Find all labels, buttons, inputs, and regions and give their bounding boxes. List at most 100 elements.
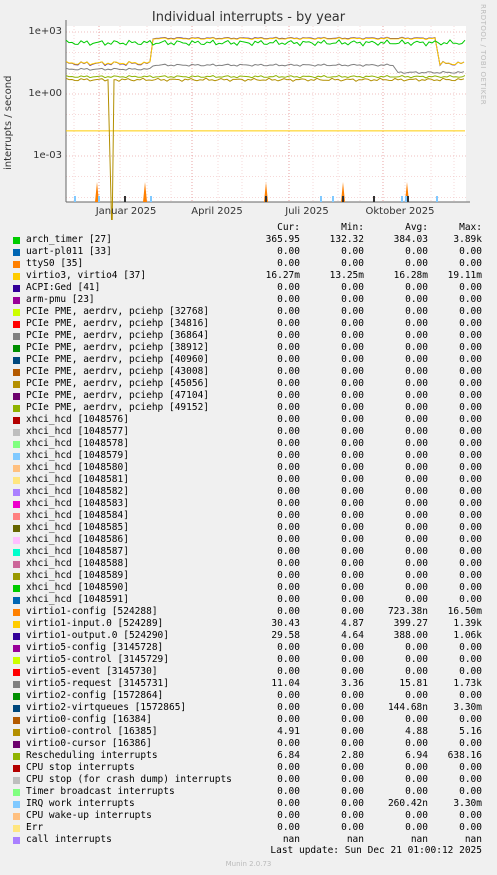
legend-value-cur: 0.00 [277,450,300,461]
legend-value-cur: 0.00 [277,390,300,401]
legend-row: PCIe PME, aerdrv, pciehp [49152] 0.00 0.00… [10,402,490,414]
legend-swatch [13,285,20,292]
legend-value-avg: 388.00 [393,630,428,641]
legend-swatch [13,309,20,316]
legend-value-avg: 0.00 [405,414,428,425]
legend-row: virtio5-event [3145730] 0.00 0.00 0.00 0.00 [10,666,490,678]
legend-value-min: 0.00 [341,450,364,461]
legend-value-max: 638.16 [447,750,482,761]
legend-value-min: 0.00 [341,738,364,749]
legend-value-min: 0.00 [341,282,364,293]
legend-series-name: Timer broadcast interrupts [26,786,175,797]
legend-row: xhci_hcd [1048577] 0.00 0.00 0.00 0.00 [10,426,490,438]
legend-value-cur: 16.27m [265,270,300,281]
legend-value-avg: 0.00 [405,510,428,521]
legend-series-name: xhci_hcd [1048581] [26,474,129,485]
legend-series-name: arch_timer [27] [26,234,112,245]
legend-row: xhci_hcd [1048591] 0.00 0.00 0.00 0.00 [10,594,490,606]
legend-value-max: 0.00 [459,246,482,257]
legend-value-avg: 0.00 [405,486,428,497]
legend-row: IRQ work interrupts 0.00 0.00 260.42n 3.30m [10,798,490,810]
legend-row: virtio0-control [16385] 4.91 0.00 4.88 5.16 [10,726,490,738]
legend-row: virtio1-config [524288] 0.00 0.00 723.38n 16… [10,606,490,618]
legend-value-min: 4.87 [341,618,364,629]
legend-row: virtio5-control [3145729] 0.00 0.00 0.00 0.0… [10,654,490,666]
y-tick-label: 1e+00 [28,88,62,99]
legend-value-max: 0.00 [459,378,482,389]
x-tick-label: Juli 2025 [285,206,329,217]
legend-value-avg: 0.00 [405,258,428,269]
legend-value-cur: 11.04 [271,678,300,689]
legend-value-max: 0.00 [459,498,482,509]
legend-value-avg: 0.00 [405,402,428,413]
legend-value-min: 2.80 [341,750,364,761]
x-tick-label: Januar 2025 [95,206,157,217]
legend-swatch [13,381,20,388]
legend-value-avg: 0.00 [405,822,428,833]
legend-row: ttyS0 [35] 0.00 0.00 0.00 0.00 [10,258,490,270]
legend-value-max: 0.00 [459,786,482,797]
legend-value-avg: 0.00 [405,522,428,533]
legend-row: xhci_hcd [1048588] 0.00 0.00 0.00 0.00 [10,558,490,570]
legend-value-max: 0.00 [459,414,482,425]
legend-row: xhci_hcd [1048580] 0.00 0.00 0.00 0.00 [10,462,490,474]
legend-swatch [13,333,20,340]
legend-series-name: xhci_hcd [1048582] [26,486,129,497]
legend-series-name: xhci_hcd [1048580] [26,462,129,473]
legend-value-cur: 0.00 [277,258,300,269]
legend-row: PCIe PME, aerdrv, pciehp [32768] 0.00 0.00… [10,306,490,318]
legend-header-cur: Cur: [277,222,300,233]
legend-value-avg: 0.00 [405,546,428,557]
legend-value-max: 0.00 [459,570,482,581]
legend-swatch [13,729,20,736]
legend-value-min: 0.00 [341,486,364,497]
legend-value-min: 0.00 [341,246,364,257]
legend-value-avg: 0.00 [405,378,428,389]
legend-value-min: 0.00 [341,498,364,509]
legend-value-min: 0.00 [341,582,364,593]
legend-value-avg: 0.00 [405,558,428,569]
legend-value-cur: 0.00 [277,654,300,665]
legend-swatch [13,477,20,484]
legend-swatch [13,489,20,496]
legend-series-name: xhci_hcd [1048584] [26,510,129,521]
legend-value-max: 0.00 [459,522,482,533]
legend-row: CPU stop (for crash dump) interrupts 0.00… [10,774,490,786]
legend-series-name: virtio5-config [3145728] [26,642,164,653]
legend-value-avg: 0.00 [405,762,428,773]
legend-value-min: 0.00 [341,822,364,833]
legend-value-cur: 0.00 [277,738,300,749]
legend-series-name: PCIe PME, aerdrv, pciehp [38912] [26,342,210,353]
legend-value-cur: 0.00 [277,366,300,377]
legend-value-max: 1.73k [453,678,482,689]
legend-value-cur: 0.00 [277,462,300,473]
x-tick-label: April 2025 [191,206,243,217]
legend-header-max: Max: [459,222,482,233]
legend-swatch [13,681,20,688]
munin-graph-page: Individual interrupts - by year interrup… [0,0,497,875]
series-spike [436,196,438,202]
legend-row: PCIe PME, aerdrv, pciehp [34816] 0.00 0.00… [10,318,490,330]
legend-value-max: 0.00 [459,642,482,653]
legend-value-min: 0.00 [341,522,364,533]
legend-series-name: xhci_hcd [1048576] [26,414,129,425]
legend-swatch [13,645,20,652]
legend-value-min: 0.00 [341,762,364,773]
legend-value-max: 0.00 [459,462,482,473]
legend-row: xhci_hcd [1048587] 0.00 0.00 0.00 0.00 [10,546,490,558]
legend-value-cur: 0.00 [277,306,300,317]
legend-value-cur: 0.00 [277,762,300,773]
legend-value-max: 0.00 [459,582,482,593]
legend-value-avg: 4.88 [405,726,428,737]
legend-series-name: PCIe PME, aerdrv, pciehp [40960] [26,354,210,365]
legend-value-avg: 0.00 [405,306,428,317]
legend-value-max: 0.00 [459,714,482,725]
legend-series-name: virtio5-event [3145730] [26,666,158,677]
legend-value-avg: 0.00 [405,462,428,473]
legend-value-min: 0.00 [341,714,364,725]
x-tick-label: Oktober 2025 [365,206,435,217]
legend-value-avg: 0.00 [405,570,428,581]
legend-swatch [13,369,20,376]
legend-value-avg: 0.00 [405,714,428,725]
series-spike [407,196,409,202]
